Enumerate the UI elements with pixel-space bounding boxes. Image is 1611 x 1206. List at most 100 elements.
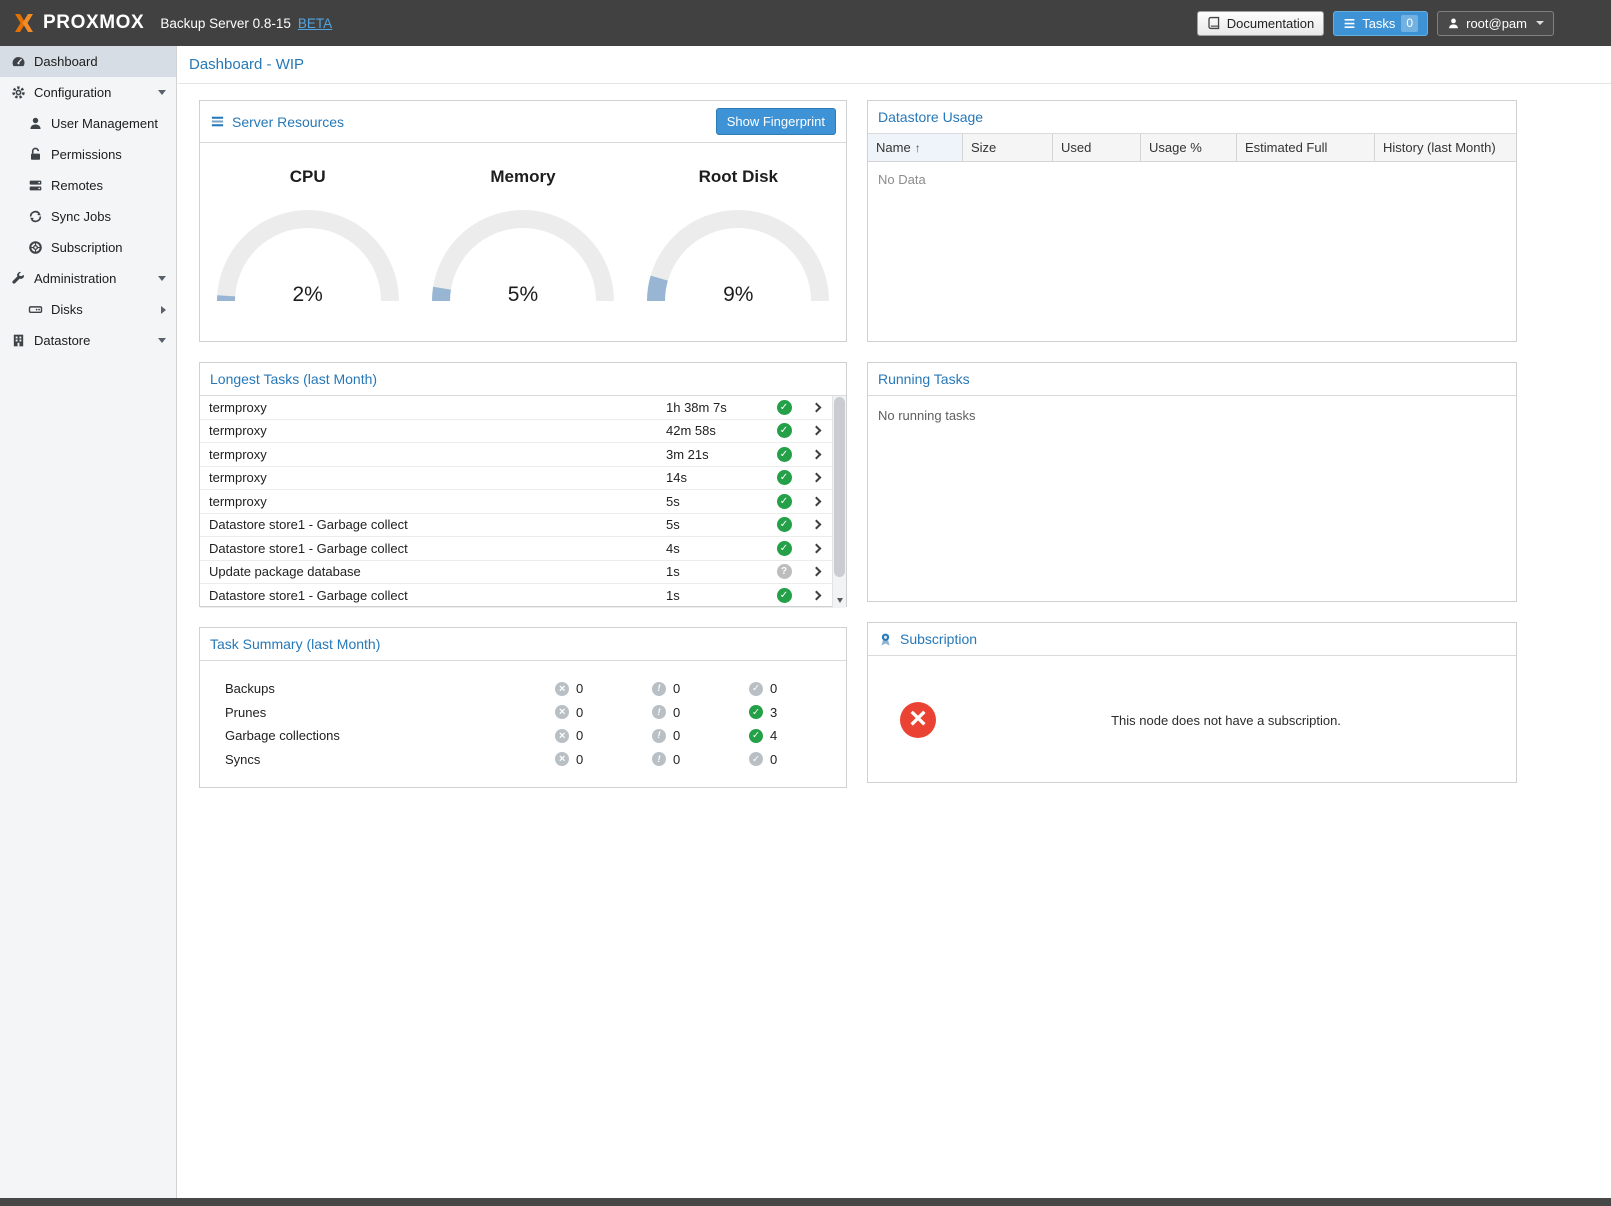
list-item[interactable]: Backups 0 0 0 bbox=[200, 677, 846, 701]
proxmox-logo-icon bbox=[12, 11, 36, 35]
column-header-used[interactable]: Used bbox=[1053, 134, 1141, 161]
beta-link[interactable]: BETA bbox=[298, 16, 332, 31]
task-status-icon bbox=[777, 447, 792, 462]
task-status-icon bbox=[777, 494, 792, 509]
sidebar-item-disks[interactable]: Disks bbox=[0, 294, 176, 325]
column-header-name[interactable]: Name bbox=[868, 134, 963, 161]
user-icon bbox=[27, 116, 44, 131]
task-status-icon bbox=[777, 423, 792, 438]
no-subscription-icon bbox=[900, 702, 936, 738]
certificate-icon bbox=[878, 632, 893, 647]
server-resources-title: Server Resources bbox=[232, 114, 344, 130]
chevron-down-icon[interactable] bbox=[158, 90, 166, 95]
product-version: Backup Server 0.8-15 bbox=[160, 16, 291, 31]
task-summary-header: Task Summary (last Month) bbox=[200, 628, 846, 661]
user-menu-button[interactable]: root@pam bbox=[1437, 11, 1554, 36]
open-task-button[interactable] bbox=[800, 404, 832, 411]
warning-count-icon bbox=[652, 705, 666, 719]
task-duration: 5s bbox=[666, 494, 768, 509]
sidebar-item-label: Subscription bbox=[51, 240, 176, 255]
list-item[interactable]: Prunes 0 0 3 bbox=[200, 701, 846, 725]
documentation-button[interactable]: Documentation bbox=[1197, 11, 1324, 36]
summary-label: Prunes bbox=[225, 705, 555, 720]
longest-tasks-panel: Longest Tasks (last Month) termproxy 1h … bbox=[199, 362, 847, 607]
task-name: termproxy bbox=[200, 470, 666, 485]
table-row[interactable]: termproxy 5s bbox=[200, 490, 832, 514]
task-summary-body: Backups 0 0 0 Prunes 0 0 3 Garbage colle… bbox=[200, 661, 846, 789]
sidebar-item-configuration[interactable]: Configuration bbox=[0, 77, 176, 108]
ok-count-icon bbox=[749, 705, 763, 719]
cpu-gauge: CPU 2% bbox=[200, 143, 415, 341]
open-task-button[interactable] bbox=[800, 451, 832, 458]
warning-count: 0 bbox=[673, 705, 680, 720]
scroll-down-button[interactable] bbox=[833, 594, 846, 606]
sidebar-item-label: Configuration bbox=[34, 85, 158, 100]
sidebar-item-remotes[interactable]: Remotes bbox=[0, 170, 176, 201]
open-task-button[interactable] bbox=[800, 427, 832, 434]
summary-label: Syncs bbox=[225, 752, 555, 767]
topbar: PROXMOX Backup Server 0.8-15 BETA Docume… bbox=[0, 0, 1611, 46]
chevron-down-icon[interactable] bbox=[158, 276, 166, 281]
sidebar-item-dashboard[interactable]: Dashboard bbox=[0, 46, 176, 77]
error-count: 0 bbox=[576, 681, 583, 696]
task-status-icon bbox=[777, 517, 792, 532]
show-fingerprint-button[interactable]: Show Fingerprint bbox=[716, 108, 836, 135]
table-row[interactable]: Datastore store1 - Garbage collect 4s bbox=[200, 537, 832, 561]
gauge-label: Root Disk bbox=[699, 167, 778, 187]
list-item[interactable]: Syncs 0 0 0 bbox=[200, 748, 846, 772]
subscription-message: This node does not have a subscription. bbox=[936, 713, 1516, 728]
open-task-button[interactable] bbox=[800, 474, 832, 481]
sidebar-item-datastore[interactable]: Datastore bbox=[0, 325, 176, 356]
table-row[interactable]: termproxy 1h 38m 7s bbox=[200, 396, 832, 420]
user-label: root@pam bbox=[1466, 16, 1527, 31]
subscription-body: This node does not have a subscription. bbox=[868, 656, 1516, 784]
ok-count: 3 bbox=[770, 705, 777, 720]
empty-state-text: No Data bbox=[868, 162, 1516, 342]
table-row[interactable]: Update package database 1s bbox=[200, 561, 832, 585]
chevron-right-icon[interactable] bbox=[161, 306, 166, 314]
table-row[interactable]: termproxy 42m 58s bbox=[200, 420, 832, 444]
datastore-usage-header: Datastore Usage bbox=[868, 101, 1516, 134]
column-header-estimated-full[interactable]: Estimated Full bbox=[1237, 134, 1375, 161]
sidebar-item-label: Remotes bbox=[51, 178, 176, 193]
sidebar-item-sync-jobs[interactable]: Sync Jobs bbox=[0, 201, 176, 232]
open-task-button[interactable] bbox=[800, 545, 832, 552]
open-task-button[interactable] bbox=[800, 521, 832, 528]
book-icon bbox=[1207, 16, 1221, 30]
table-row[interactable]: termproxy 14s bbox=[200, 467, 832, 491]
table-row[interactable]: Datastore store1 - Garbage collect 5s bbox=[200, 514, 832, 538]
table-row[interactable]: Datastore store1 - Garbage collect 1s bbox=[200, 584, 832, 608]
root-disk-gauge: Root Disk 9% bbox=[631, 143, 846, 341]
task-duration: 1s bbox=[666, 588, 768, 603]
sidebar-item-permissions[interactable]: Permissions bbox=[0, 139, 176, 170]
table-row[interactable]: termproxy 3m 21s bbox=[200, 443, 832, 467]
sidebar-item-administration[interactable]: Administration bbox=[0, 263, 176, 294]
tasks-button[interactable]: Tasks 0 bbox=[1333, 11, 1428, 36]
list-item[interactable]: Garbage collections 0 0 4 bbox=[200, 724, 846, 748]
open-task-button[interactable] bbox=[800, 498, 832, 505]
life-ring-icon bbox=[27, 240, 44, 255]
scrollbar-thumb[interactable] bbox=[834, 397, 845, 577]
error-count-icon bbox=[555, 752, 569, 766]
sidebar-item-label: Administration bbox=[34, 271, 158, 286]
chevron-down-icon[interactable] bbox=[158, 338, 166, 343]
datastore-usage-panel: Datastore Usage Name Size Used Usage % E… bbox=[867, 100, 1517, 342]
ok-count: 0 bbox=[770, 752, 777, 767]
sidebar-item-subscription[interactable]: Subscription bbox=[0, 232, 176, 263]
open-task-button[interactable] bbox=[800, 592, 832, 599]
chevron-down-icon bbox=[1536, 21, 1544, 25]
open-task-button[interactable] bbox=[800, 568, 832, 575]
scrollbar[interactable] bbox=[832, 396, 846, 608]
column-header-size[interactable]: Size bbox=[963, 134, 1053, 161]
proxmox-logo: PROXMOX bbox=[12, 11, 144, 35]
summary-label: Garbage collections bbox=[225, 728, 555, 743]
warning-count-icon bbox=[652, 752, 666, 766]
column-header-history[interactable]: History (last Month) bbox=[1375, 134, 1516, 161]
longest-tasks-title: Longest Tasks (last Month) bbox=[210, 371, 377, 387]
task-status-icon bbox=[777, 588, 792, 603]
column-header-usage[interactable]: Usage % bbox=[1141, 134, 1237, 161]
ok-count: 4 bbox=[770, 728, 777, 743]
chevron-right-icon bbox=[811, 520, 821, 530]
task-duration: 4s bbox=[666, 541, 768, 556]
sidebar-item-user-management[interactable]: User Management bbox=[0, 108, 176, 139]
